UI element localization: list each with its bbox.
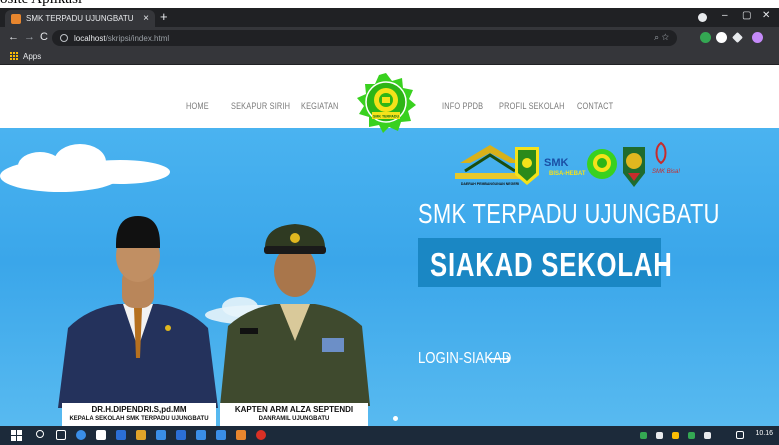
address-bar[interactable]: localhost/skripsi/index.html ⌕ ☆	[52, 30, 677, 46]
profile-circle-icon[interactable]	[698, 13, 707, 22]
svg-text:SMK Bisa!: SMK Bisa!	[652, 169, 680, 175]
minimize-button[interactable]: –	[722, 10, 728, 21]
extension-white-icon[interactable]	[716, 32, 727, 43]
captain-caption: KAPTEN ARM ALZA SEPTENDI DANRAMIL UJUNGB…	[220, 403, 368, 426]
edge-icon[interactable]	[76, 430, 86, 440]
app-icon-2[interactable]	[176, 430, 186, 440]
principal-caption: DR.H.DIPENDRI.S,pd.MM KEPALA SEKOLAH SMK…	[62, 403, 216, 426]
windows-start-icon[interactable]	[11, 430, 22, 441]
forward-button[interactable]: →	[24, 31, 35, 43]
tray-icon-2[interactable]	[656, 432, 663, 439]
chrome-icon[interactable]	[256, 430, 266, 440]
tray-icon-3[interactable]	[672, 432, 679, 439]
school-logo-icon[interactable]: SMK TERPADU	[355, 72, 417, 134]
svg-text:SMK: SMK	[544, 157, 569, 169]
extensions-puzzle-icon[interactable]	[732, 32, 743, 43]
task-view-icon[interactable]	[56, 430, 66, 440]
smk-terpadu-logo	[587, 149, 617, 179]
app-icon-3[interactable]	[196, 430, 206, 440]
hero-banner: DAERAH PEMBANGUNAN NEGERI SMK BISA-HEBAT	[0, 128, 779, 426]
svg-text:SMK TERPADU: SMK TERPADU	[373, 115, 399, 119]
tray-icon-4[interactable]	[688, 432, 695, 439]
back-button[interactable]: ←	[8, 31, 19, 43]
site-info-icon[interactable]	[60, 34, 68, 42]
nav-kegiatan[interactable]: KEGIATAN	[301, 101, 339, 111]
omnibox-actions[interactable]: ⌕ ☆	[654, 32, 669, 43]
principal-photo	[58, 216, 218, 408]
favicon-icon	[11, 13, 21, 24]
url-path: /skripsi/index.html	[105, 33, 170, 43]
nav-profil-sekolah[interactable]: PROFIL SEKOLAH	[499, 101, 565, 111]
apps-bookmark[interactable]: Apps	[23, 52, 41, 61]
reload-button[interactable]: C	[40, 31, 48, 43]
browser-tab-bar: SMK TERPADU UJUNGBATU × + – ▢ ✕	[0, 8, 779, 27]
windows-taskbar: 10.16	[0, 426, 779, 445]
tab-close-icon[interactable]: ×	[143, 13, 149, 24]
arrow-right-icon[interactable]: ⟶	[488, 349, 511, 369]
hero-title: SMK TERPADU UJUNGBATU	[418, 198, 720, 229]
tni-ad-emblem	[623, 147, 645, 187]
maximize-button[interactable]: ▢	[742, 10, 751, 21]
url-host: localhost	[74, 33, 106, 43]
volume-icon[interactable]	[704, 432, 711, 439]
nav-sekapur-sirih[interactable]: SEKAPUR SIRIH	[231, 101, 290, 111]
close-window-button[interactable]: ✕	[762, 10, 770, 21]
store-icon[interactable]	[96, 430, 106, 440]
siakad-banner: SIAKAD SEKOLAH	[418, 238, 672, 287]
apps-grid-icon[interactable]	[10, 52, 19, 61]
tab-title: SMK TERPADU UJUNGBATU	[26, 14, 134, 23]
file-explorer-icon[interactable]	[136, 430, 146, 440]
profile-avatar[interactable]	[752, 32, 763, 43]
extension-green-icon[interactable]	[700, 32, 711, 43]
riau-province-emblem	[515, 147, 539, 185]
svg-text:DAERAH PEMBANGUNAN NEGERI: DAERAH PEMBANGUNAN NEGERI	[461, 182, 519, 186]
cloud-decoration	[0, 144, 170, 192]
partner-logos: DAERAH PEMBANGUNAN NEGERI SMK BISA-HEBAT	[455, 141, 680, 187]
smk-bisa-hebat-logo: SMK BISA-HEBAT	[544, 157, 586, 177]
nav-home[interactable]: HOME	[186, 101, 209, 111]
web-page: HOME SEKAPUR SIRIH KEGIATAN INFO PPDB PR…	[0, 66, 779, 426]
app-icon-4[interactable]	[216, 430, 226, 440]
browser-tab[interactable]: SMK TERPADU UJUNGBATU ×	[5, 10, 155, 27]
nav-info-ppdb[interactable]: INFO PPDB	[442, 101, 483, 111]
carousel-indicator[interactable]	[393, 416, 398, 421]
notification-icon[interactable]	[736, 431, 744, 439]
app-icon-1[interactable]	[156, 430, 166, 440]
browser-toolbar: ← → C localhost/skripsi/index.html ⌕ ☆	[0, 27, 779, 49]
screenshot-caption: osite Aplikasi	[0, 0, 779, 8]
rokan-hulu-emblem: DAERAH PEMBANGUNAN NEGERI	[455, 145, 525, 186]
word-icon[interactable]	[116, 430, 126, 440]
search-icon[interactable]	[36, 430, 44, 438]
svg-text:BISA-HEBAT: BISA-HEBAT	[549, 171, 586, 177]
app-icon-5[interactable]	[236, 430, 246, 440]
bookmarks-bar: Apps	[0, 49, 779, 65]
smk-bisa-logo: SMK Bisa!	[652, 141, 680, 175]
new-tab-button[interactable]: +	[160, 10, 168, 24]
taskbar-clock[interactable]: 10.16	[755, 430, 773, 437]
tray-icon-1[interactable]	[640, 432, 647, 439]
army-captain-photo	[220, 224, 370, 406]
nav-contact[interactable]: CONTACT	[577, 101, 613, 111]
